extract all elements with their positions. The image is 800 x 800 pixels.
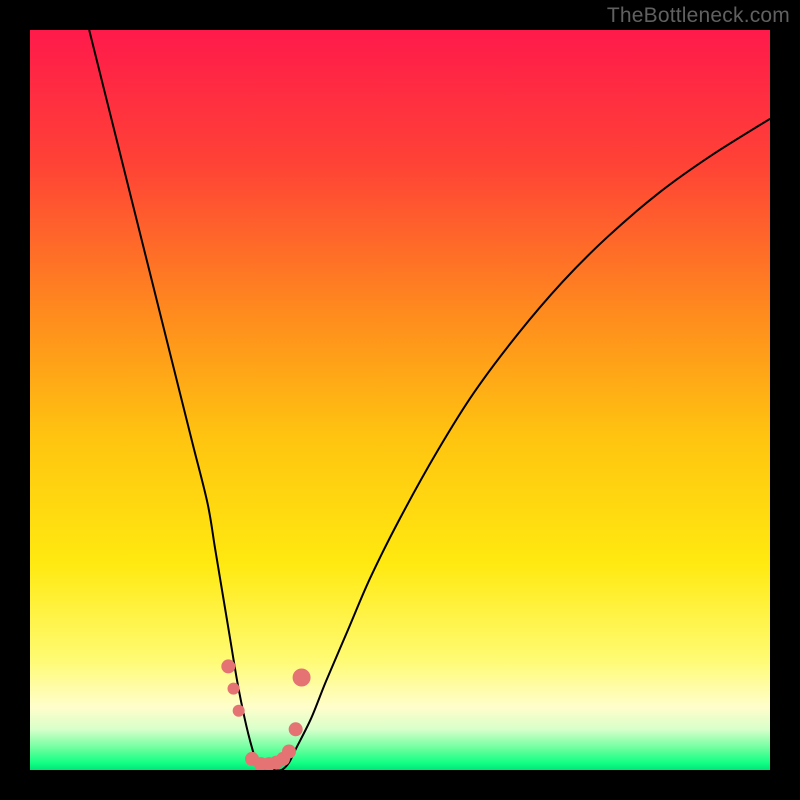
curve-layer: [30, 30, 770, 770]
outer-frame: TheBottleneck.com: [0, 0, 800, 800]
plot-area: [30, 30, 770, 770]
marker-dot: [233, 705, 245, 717]
marker-dot: [289, 722, 303, 736]
marker-group: [221, 659, 310, 770]
marker-dot: [282, 745, 296, 759]
marker-dot: [293, 669, 311, 687]
marker-dot: [228, 683, 240, 695]
marker-dot: [221, 659, 235, 673]
watermark-text: TheBottleneck.com: [607, 4, 790, 28]
bottleneck-curve: [89, 30, 770, 770]
